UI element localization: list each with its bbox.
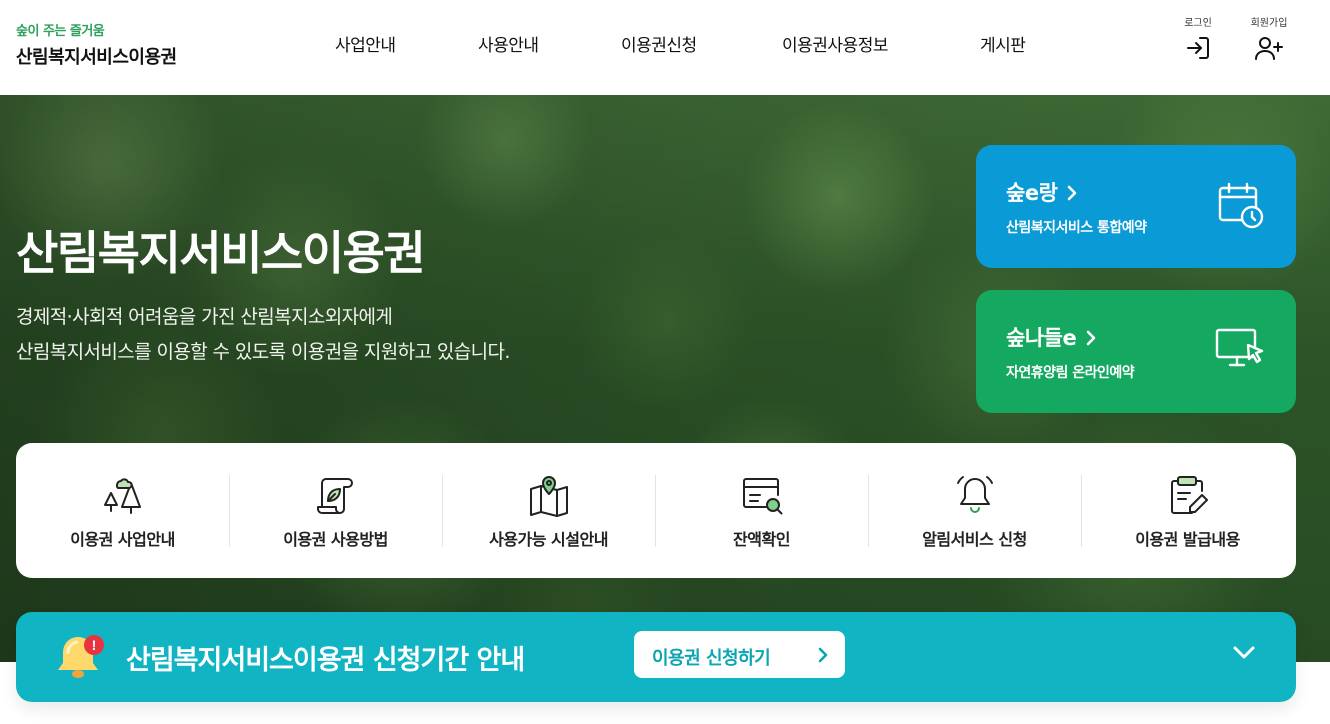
hero-title: 산림복지서비스이용권 xyxy=(16,226,426,280)
apply-voucher-label: 이용권 신청하기 xyxy=(652,648,771,669)
service-label: 사용가능 시설안내 xyxy=(489,530,608,549)
add-user-icon xyxy=(1255,37,1283,60)
trees-icon xyxy=(103,478,141,514)
service-notification-apply[interactable]: 알림서비스 신청 xyxy=(868,443,1081,578)
login-label: 로그인 xyxy=(1184,18,1212,29)
quick-link-title: 숲e랑 xyxy=(1006,177,1078,207)
service-label: 이용권 발급내용 xyxy=(1135,530,1240,549)
chevron-right-icon xyxy=(1067,185,1077,201)
calendar-clock-icon xyxy=(1218,182,1264,229)
nav-board[interactable]: 게시판 xyxy=(980,31,1026,56)
logo-tagline: 숲이 주는 즐거움 xyxy=(16,24,105,39)
service-issue-history[interactable]: 이용권 발급내용 xyxy=(1081,443,1294,578)
service-label: 잔액확인 xyxy=(733,530,790,549)
service-label: 알림서비스 신청 xyxy=(922,530,1027,549)
nav-usage-guide[interactable]: 사용안내 xyxy=(478,31,539,56)
map-pin-icon xyxy=(529,476,568,517)
quick-link-sup-nadeul-e[interactable]: 숲나들e 자연휴양림 온라인예약 xyxy=(976,290,1296,413)
service-usage-method[interactable]: 이용권 사용방법 xyxy=(229,443,442,578)
chevron-right-icon xyxy=(1086,330,1096,346)
nav-business-info[interactable]: 사업안내 xyxy=(335,31,396,56)
site-logo[interactable]: 숲이 주는 즐거움 산림복지서비스이용권 xyxy=(16,20,177,69)
apply-voucher-button[interactable]: 이용권 신청하기 xyxy=(634,631,845,678)
login-icon xyxy=(1187,37,1209,59)
quick-link-subtitle: 산림복지서비스 통합예약 xyxy=(1006,220,1147,236)
quick-link-supe-rang[interactable]: 숲e랑 산림복지서비스 통합예약 xyxy=(976,145,1296,268)
hero-description: 경제적·사회적 어려움을 가진 산림복지소외자에게 산림복지서비스를 이용할 수… xyxy=(16,300,510,370)
site-header: 숲이 주는 즐거움 산림복지서비스이용권 사업안내 사용안내 이용권신청 이용권… xyxy=(0,0,1330,95)
hero-desc-line2: 산림복지서비스를 이용할 수 있도록 이용권을 지원하고 있습니다. xyxy=(16,341,510,363)
monitor-cursor-icon xyxy=(1215,328,1264,367)
signup-button[interactable]: 회원가입 xyxy=(1239,14,1299,61)
signup-label: 회원가입 xyxy=(1250,18,1288,29)
alert-badge: ! xyxy=(92,637,97,653)
logo-title: 산림복지서비스이용권 xyxy=(16,47,177,68)
bell-ring-icon xyxy=(956,476,993,513)
card-search-icon xyxy=(742,478,782,515)
service-label: 이용권 사업안내 xyxy=(70,530,175,549)
service-business-info[interactable]: 이용권 사업안내 xyxy=(16,443,229,578)
notice-banner: ! 산림복지서비스이용권 신청기간 안내 이용권 신청하기 xyxy=(16,612,1296,702)
scroll-leaf-icon xyxy=(316,478,353,514)
hero-desc-line1: 경제적·사회적 어려움을 가진 산림복지소외자에게 xyxy=(16,306,393,328)
quick-link-subtitle: 자연휴양림 온라인예약 xyxy=(1006,365,1135,381)
chevron-down-icon[interactable] xyxy=(1232,645,1256,661)
service-balance-check[interactable]: 잔액확인 xyxy=(655,443,868,578)
bell-alert-icon: ! xyxy=(58,635,104,678)
nav-voucher-usage[interactable]: 이용권사용정보 xyxy=(782,31,888,56)
login-button[interactable]: 로그인 xyxy=(1168,14,1228,61)
service-label: 이용권 사용방법 xyxy=(283,530,388,549)
clipboard-edit-icon xyxy=(1170,476,1208,514)
nav-voucher-apply[interactable]: 이용권신청 xyxy=(621,31,697,56)
chevron-right-icon xyxy=(818,647,828,663)
notice-title: 산림복지서비스이용권 신청기간 안내 xyxy=(126,645,525,676)
quick-link-title: 숲나들e xyxy=(1006,322,1097,352)
service-facility-guide[interactable]: 사용가능 시설안내 xyxy=(442,443,655,578)
service-menu: 이용권 사업안내 이용권 사용방법 사용가능 시설안내 잔액확인 알림서비스 신… xyxy=(16,443,1296,578)
